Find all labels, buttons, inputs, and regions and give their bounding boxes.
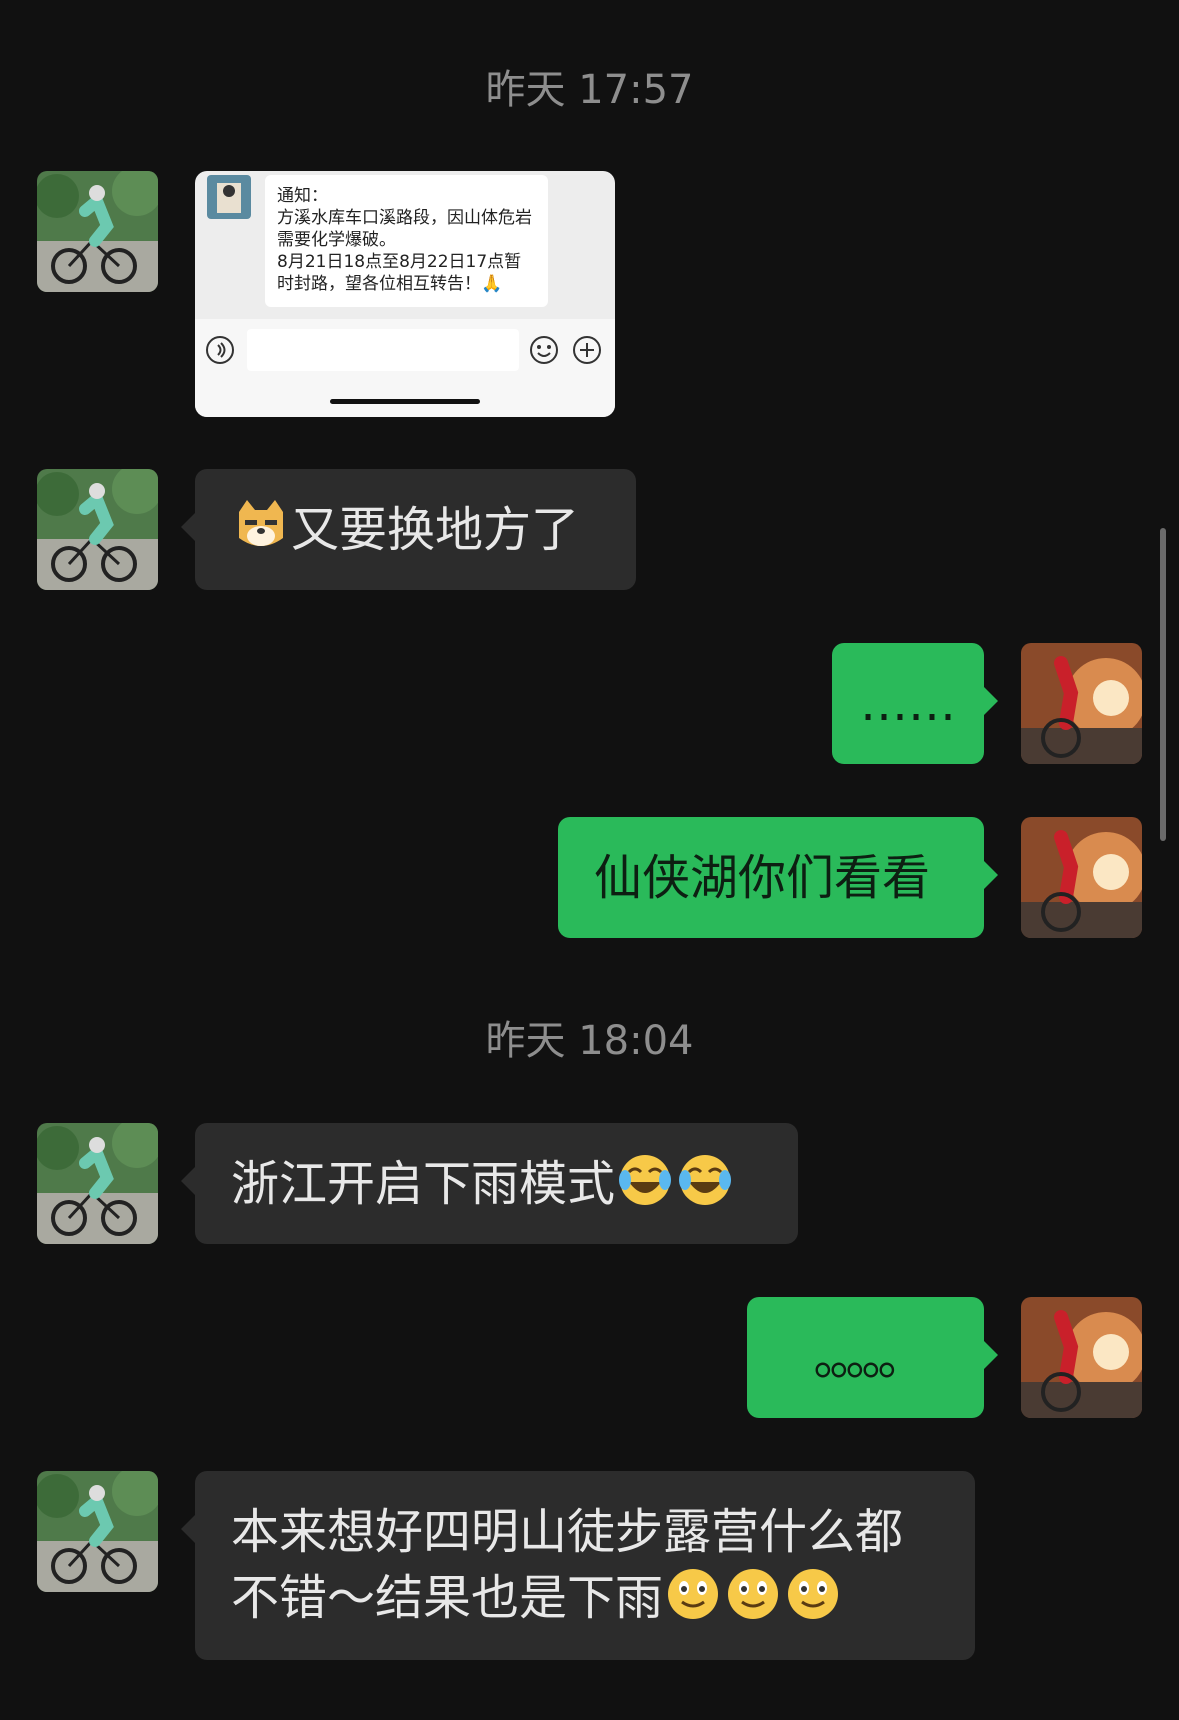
notice-thumbnail — [207, 175, 251, 219]
screenshot-input-bar — [195, 319, 615, 417]
sender-avatar[interactable] — [37, 171, 158, 292]
voice-icon — [206, 336, 234, 364]
cyclist-avatar-icon — [37, 171, 158, 292]
message-bubble-outgoing[interactable]: 。。。。。 — [747, 1297, 998, 1418]
cyclist-avatar-icon — [37, 1123, 158, 1244]
message-text-line-2: 不错～结果也是下雨 — [231, 1565, 939, 1631]
cyclist-tunnel-avatar-icon — [1021, 1297, 1142, 1418]
plus-icon — [573, 336, 601, 364]
message-bubble-incoming[interactable]: 又要换地方了 — [181, 469, 636, 590]
message-text: 仙侠湖你们看看 — [594, 850, 931, 906]
cyclist-tunnel-avatar-icon — [1021, 643, 1142, 764]
shared-screenshot-image[interactable]: 通知： 方溪水库车口溪路段，因山体危岩需要化学爆破。 8月21日18点至8月22… — [195, 171, 615, 417]
sender-avatar[interactable] — [37, 1123, 158, 1244]
cyclist-tunnel-avatar-icon — [1021, 817, 1142, 938]
home-indicator — [330, 399, 480, 404]
tears-of-joy-emoji-icon — [679, 1155, 732, 1205]
self-avatar[interactable] — [1021, 1297, 1142, 1418]
slightly-smiling-emoji-icon — [788, 1569, 839, 1619]
self-avatar[interactable] — [1021, 643, 1142, 764]
self-avatar[interactable] — [1021, 817, 1142, 938]
timestamp: 昨天 18:04 — [485, 1018, 694, 1064]
cyclist-avatar-icon — [37, 1471, 158, 1592]
message-text: 。。。。。 — [813, 1330, 925, 1386]
slightly-smiling-emoji-icon — [728, 1569, 779, 1619]
timestamp: 昨天 17:57 — [485, 67, 694, 113]
message-text: 又要换地方了 — [291, 502, 580, 558]
slightly-smiling-emoji-icon — [668, 1569, 719, 1619]
message-text-line: 本来想好四明山徒步露营什么都 — [231, 1504, 904, 1560]
message-bubble-outgoing[interactable]: …… — [832, 643, 998, 764]
message-text: 不错～结果也是下雨 — [231, 1570, 664, 1626]
notice-card: 通知： 方溪水库车口溪路段，因山体危岩需要化学爆破。 8月21日18点至8月22… — [265, 175, 548, 307]
sender-avatar[interactable] — [37, 1471, 158, 1592]
message-text: …… — [860, 676, 956, 732]
message-bubble-incoming[interactable]: 浙江开启下雨模式 — [181, 1123, 798, 1244]
scrollbar[interactable] — [1160, 528, 1166, 841]
message-text: 浙江开启下雨模式 — [231, 1156, 616, 1212]
tears-of-joy-emoji-icon — [619, 1155, 672, 1205]
message-bubble-incoming[interactable]: 本来想好四明山徒步露营什么都 不错～结果也是下雨 — [181, 1471, 975, 1660]
cyclist-avatar-icon — [37, 469, 158, 590]
sender-avatar[interactable] — [37, 469, 158, 590]
emoji-icon — [530, 336, 558, 364]
message-bubble-outgoing[interactable]: 仙侠湖你们看看 — [558, 817, 998, 938]
doge-emoji-icon — [239, 500, 283, 546]
screenshot-text-input — [247, 329, 519, 371]
